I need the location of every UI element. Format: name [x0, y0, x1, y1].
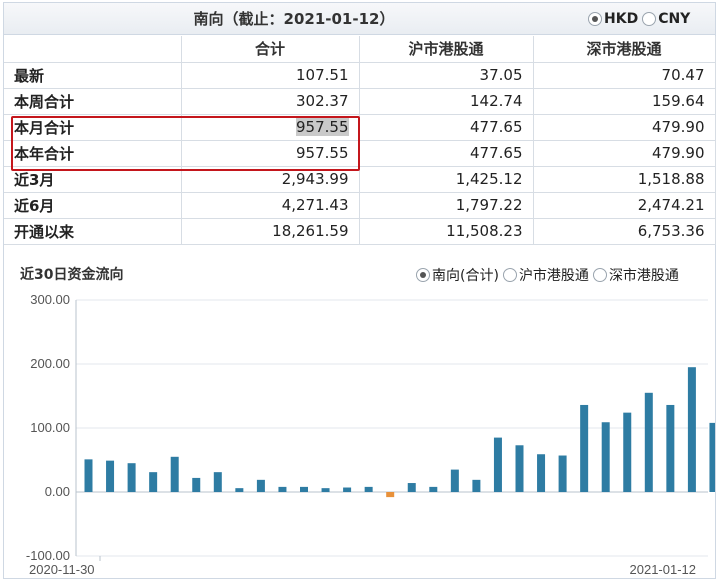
bar[interactable] [235, 488, 244, 492]
bar[interactable] [601, 422, 610, 492]
table-row: 近3月 2,943.99 1,425.12 1,518.88 [4, 166, 716, 193]
shanghai-connect-label[interactable]: 沪市港股通 [519, 265, 589, 285]
flow-summary-table: 合计 沪市港股通 深市港股通 最新 107.51 37.05 70.47 本周合… [4, 36, 716, 245]
chart-grid [75, 299, 708, 561]
shenzhen-cell: 479.90 [533, 114, 716, 141]
bar[interactable] [106, 460, 115, 492]
bar[interactable] [364, 486, 373, 492]
bar[interactable] [343, 487, 352, 492]
row-label: 近3月 [4, 166, 182, 193]
shanghai-cell: 142.74 [359, 88, 534, 115]
column-header-shenzhen: 深市港股通 [533, 36, 716, 63]
chart-bars [84, 367, 715, 498]
table-row: 本周合计 302.37 142.74 159.64 [4, 88, 716, 115]
bar[interactable] [386, 492, 395, 498]
cny-label[interactable]: CNY [658, 11, 690, 27]
chart-title: 近30日资金流向 [20, 267, 124, 283]
bar[interactable] [558, 455, 567, 492]
southbound-total-label[interactable]: 南向(合计) [432, 265, 499, 285]
shenzhen-cell: 479.90 [533, 140, 716, 167]
bar[interactable] [192, 477, 201, 492]
shenzhen-connect-radio[interactable] [592, 268, 607, 282]
shenzhen-cell: 1,518.88 [533, 166, 716, 193]
bar[interactable] [537, 454, 546, 492]
total-cell: 2,943.99 [181, 166, 360, 193]
series-selector: 南向(合计) 沪市港股通 深市港股通 [416, 265, 683, 285]
total-cell: 4,271.43 [181, 192, 360, 219]
bar[interactable] [450, 469, 459, 492]
selected-value: 957.55 [296, 118, 349, 136]
total-cell: 957.55 [181, 140, 360, 167]
column-header-total: 合计 [181, 36, 360, 63]
bar[interactable] [213, 472, 222, 492]
total-cell: 957.55 [181, 114, 360, 141]
column-header-shanghai: 沪市港股通 [359, 36, 534, 63]
y-tick-label: -100.00 [26, 548, 70, 563]
bar[interactable] [407, 483, 416, 492]
hkd-label[interactable]: HKD [604, 11, 638, 27]
shenzhen-cell: 159.64 [533, 88, 716, 115]
currency-selector: HKD CNY [588, 11, 694, 27]
bar[interactable] [580, 404, 589, 492]
table-row: 本年合计 957.55 477.65 479.90 [4, 140, 716, 167]
total-cell: 107.51 [181, 62, 360, 89]
y-tick-label: 100.00 [30, 420, 70, 435]
bar[interactable] [170, 456, 179, 492]
table-row: 近6月 4,271.43 1,797.22 2,474.21 [4, 192, 716, 219]
total-cell: 302.37 [181, 88, 360, 115]
bar[interactable] [666, 404, 675, 492]
bar[interactable] [127, 463, 136, 492]
shanghai-cell: 37.05 [359, 62, 534, 89]
table-header-row: 合计 沪市港股通 深市港股通 [4, 36, 716, 63]
table-row: 最新 107.51 37.05 70.47 [4, 62, 716, 89]
total-cell: 18,261.59 [181, 218, 360, 245]
y-tick-label: 300.00 [30, 292, 70, 307]
row-label: 近6月 [4, 192, 182, 219]
southbound-flow-panel: 南向（截止：2021-01-12） HKD CNY 合计 沪市港股通 深市港股通… [3, 2, 716, 579]
bar[interactable] [149, 472, 158, 492]
bar[interactable] [429, 486, 438, 492]
shanghai-cell: 477.65 [359, 140, 534, 167]
bar[interactable] [278, 486, 287, 492]
bar[interactable] [256, 479, 265, 492]
bar[interactable] [644, 392, 653, 492]
bar[interactable] [493, 437, 502, 492]
row-label: 本周合计 [4, 88, 182, 115]
x-end-label: 2021-01-12 [630, 562, 697, 577]
shenzhen-cell: 70.47 [533, 62, 716, 89]
bar[interactable] [84, 459, 93, 492]
bar[interactable] [687, 367, 696, 492]
bar[interactable] [623, 412, 632, 492]
y-tick-label: 0.00 [45, 484, 70, 499]
bar[interactable] [321, 488, 330, 492]
shanghai-cell: 11,508.23 [359, 218, 534, 245]
shanghai-cell: 1,425.12 [359, 166, 534, 193]
bar[interactable] [515, 445, 524, 492]
fund-flow-chart: 300.00 200.00 100.00 0.00 -100.00 2020-11-30… [26, 292, 715, 577]
column-header-empty [4, 36, 182, 63]
southbound-total-radio[interactable] [416, 268, 430, 282]
y-axis-ticks: 300.00 200.00 100.00 0.00 -100.00 [26, 292, 70, 563]
table-row: 本月合计 957.55 477.65 479.90 [4, 114, 716, 141]
y-tick-label: 200.00 [30, 356, 70, 371]
table-row: 开通以来 18,261.59 11,508.23 6,753.36 [4, 218, 716, 245]
panel-title: 南向（截止：2021-01-12） [193, 10, 395, 28]
bar[interactable] [472, 479, 481, 492]
cny-radio[interactable] [642, 12, 657, 26]
row-label: 最新 [4, 62, 182, 89]
shanghai-cell: 1,797.22 [359, 192, 534, 219]
hkd-radio[interactable] [588, 12, 602, 26]
shanghai-cell: 477.65 [359, 114, 534, 141]
shenzhen-cell: 2,474.21 [533, 192, 716, 219]
shanghai-connect-radio[interactable] [502, 268, 517, 282]
panel-header: 南向（截止：2021-01-12） HKD CNY [4, 3, 715, 35]
shenzhen-cell: 6,753.36 [533, 218, 716, 245]
row-label: 开通以来 [4, 218, 182, 245]
row-label: 本月合计 [4, 114, 182, 141]
row-label: 本年合计 [4, 140, 182, 167]
bar[interactable] [709, 422, 715, 492]
bar[interactable] [300, 486, 308, 492]
shenzhen-connect-label[interactable]: 深市港股通 [609, 265, 679, 285]
x-start-label: 2020-11-30 [29, 562, 95, 577]
